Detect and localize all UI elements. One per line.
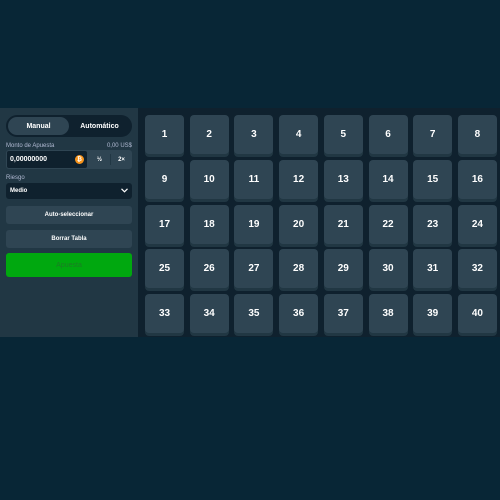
tile-8[interactable]: 8 [457, 115, 497, 154]
tile-grid: 1 2 3 4 5 6 7 8 9 10 11 12 13 14 15 16 17 18 19 20 21 22 23 24 2… [145, 115, 497, 336]
tile-17[interactable]: 17 [145, 204, 184, 244]
risk-select[interactable]: Medio [6, 183, 132, 199]
tile-9[interactable]: 9 [145, 159, 184, 199]
tile-19[interactable]: 19 [234, 204, 274, 244]
tile-7[interactable]: 7 [413, 115, 453, 154]
tile-28[interactable]: 28 [279, 249, 319, 289]
tile-16[interactable]: 16 [457, 159, 497, 199]
mode-toggle: Manual Automático [6, 115, 132, 137]
tile-13[interactable]: 13 [323, 159, 363, 199]
tile-6[interactable]: 6 [368, 115, 408, 154]
tile-31[interactable]: 31 [413, 249, 453, 289]
bitcoin-icon: ₿ [75, 155, 84, 164]
tile-32[interactable]: 32 [457, 249, 497, 289]
half-bet-button[interactable]: ½ [89, 151, 110, 168]
tile-38[interactable]: 38 [368, 294, 408, 334]
tile-3[interactable]: 3 [234, 115, 274, 154]
tile-25[interactable]: 25 [145, 249, 184, 289]
bet-amount-value: 0,00000000 [10, 156, 47, 163]
tile-15[interactable]: 15 [413, 159, 453, 199]
tile-30[interactable]: 30 [368, 249, 408, 289]
tile-23[interactable]: 23 [413, 204, 453, 244]
tile-20[interactable]: 20 [279, 204, 319, 244]
tile-26[interactable]: 26 [189, 249, 229, 289]
tile-14[interactable]: 14 [368, 159, 408, 199]
tile-39[interactable]: 39 [413, 294, 453, 334]
risk-value: Medio [10, 188, 28, 194]
bet-amount-label: Monto de Apuesta [6, 142, 55, 149]
bet-amount-usd: 0,00 US$ [106, 142, 132, 149]
tile-36[interactable]: 36 [279, 294, 319, 334]
bet-amount-label-row: Monto de Apuesta 0,00 US$ [6, 141, 132, 150]
risk-label: Riesgo [6, 174, 25, 181]
tile-1[interactable]: 1 [145, 115, 184, 154]
tile-11[interactable]: 11 [234, 159, 274, 199]
tile-21[interactable]: 21 [323, 204, 363, 244]
tile-34[interactable]: 34 [189, 294, 229, 334]
tab-manual[interactable]: Manual [8, 117, 69, 135]
tile-10[interactable]: 10 [189, 159, 229, 199]
tile-12[interactable]: 12 [279, 159, 319, 199]
tile-27[interactable]: 27 [234, 249, 274, 289]
tile-5[interactable]: 5 [323, 115, 363, 154]
tile-18[interactable]: 18 [189, 204, 229, 244]
tile-24[interactable]: 24 [457, 204, 497, 244]
tile-40[interactable]: 40 [457, 294, 497, 334]
tile-22[interactable]: 22 [368, 204, 408, 244]
auto-pick-button[interactable]: Auto-seleccionar [6, 206, 132, 224]
clear-table-button[interactable]: Borrar Tabla [6, 230, 132, 248]
tab-automatic[interactable]: Automático [69, 117, 130, 135]
tile-4[interactable]: 4 [279, 115, 319, 154]
risk-label-row: Riesgo [6, 173, 132, 182]
chevron-down-icon [121, 187, 128, 195]
tile-35[interactable]: 35 [234, 294, 274, 334]
tile-29[interactable]: 29 [323, 249, 363, 289]
bet-amount-control: 0,00000000 ₿ ½ 2× [6, 150, 132, 169]
bet-amount-input[interactable]: 0,00000000 ₿ [7, 151, 87, 168]
tile-33[interactable]: 33 [145, 294, 184, 334]
tile-37[interactable]: 37 [323, 294, 363, 334]
double-bet-button[interactable]: 2× [111, 151, 132, 168]
tile-2[interactable]: 2 [189, 115, 229, 154]
bet-button[interactable]: Apuesta [6, 253, 132, 277]
